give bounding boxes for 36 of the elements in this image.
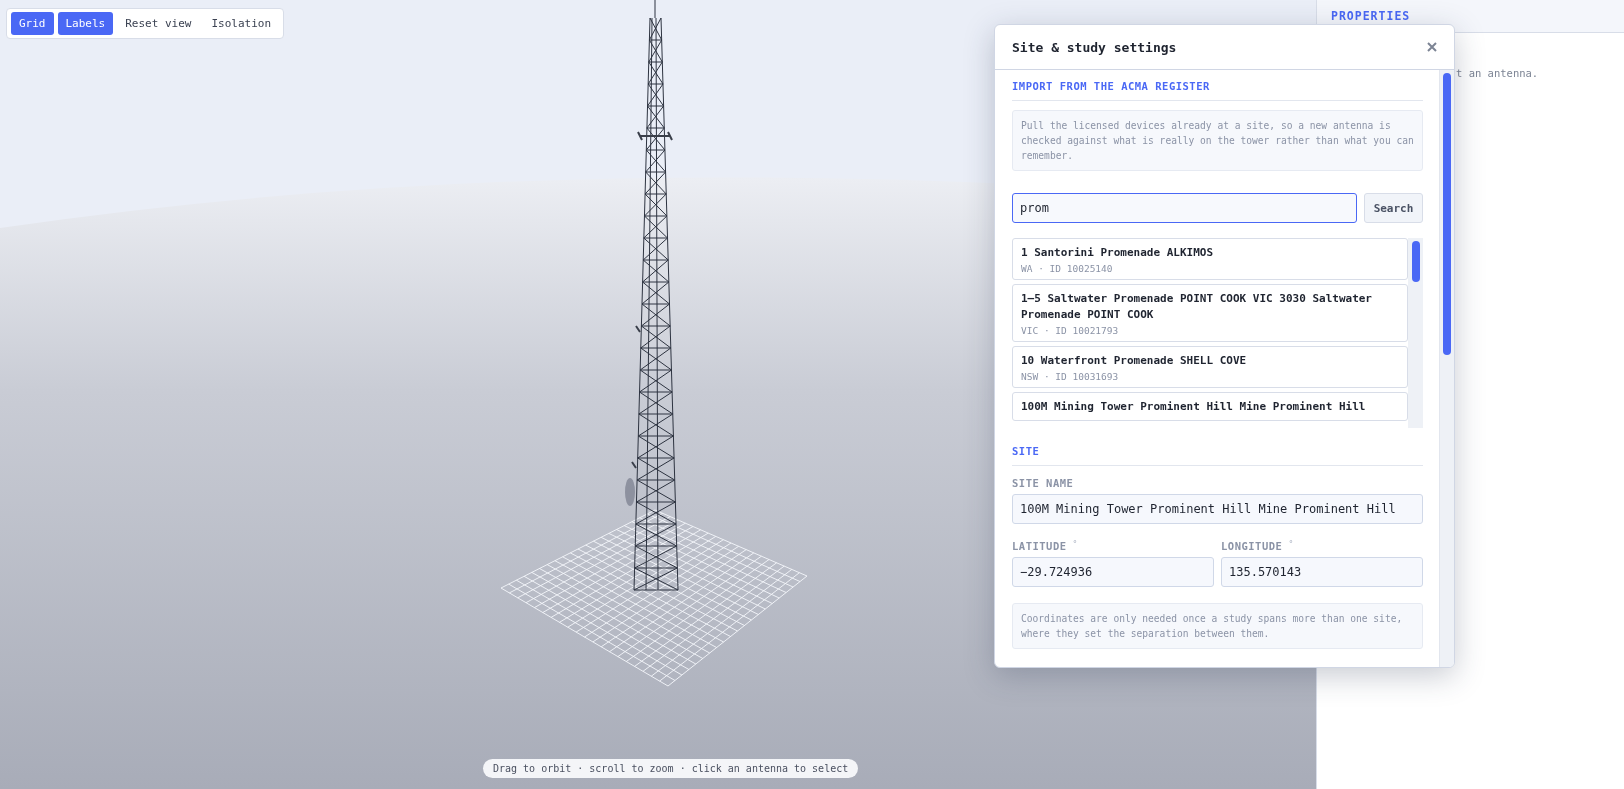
result-item[interactable]: 10 Waterfront Promenade SHELL COVE NSW · ID 10031693 — [1012, 346, 1408, 388]
toolbar-toggle[interactable]: Labels — [57, 12, 114, 35]
panel-title: PROPERTIES — [1331, 9, 1411, 23]
result-name: 1 Santorini Promenade ALKIMOS — [1021, 245, 1215, 261]
longitude-field[interactable]: 135.570143 — [1221, 557, 1423, 587]
hint-text: Drag to orbit · scroll to zoom · click an antenna to select — [483, 759, 859, 778]
scrollbar-thumb[interactable] — [1412, 241, 1420, 282]
field-label: SITE NAME — [1012, 477, 1075, 489]
section-heading: IMPORT FROM THE ACMA REGISTER — [1012, 80, 1423, 101]
result-item[interactable]: 1 Santorini Promenade ALKIMOS WA · ID 10025140 — [1012, 238, 1408, 280]
toolbar-toggle[interactable]: Reset view — [117, 12, 200, 35]
field-label: LATITUDE — [1012, 540, 1067, 552]
unit-text: ° — [1288, 540, 1294, 551]
scrollbar-thumb[interactable] — [1443, 73, 1451, 355]
toolbar-toggle[interactable]: Isolation — [203, 12, 280, 35]
site-name-field[interactable]: 100M Mining Tower Prominent Hill Mine Prominent Hill — [1012, 494, 1423, 524]
info-note: Pull the licensed devices already at a site, so a new antenna is checked against what is really on the tower rather than what you can remember. — [1012, 110, 1423, 171]
info-note: Coordinates are only needed once a study spans more than one site, where they set the separation between them. — [1012, 603, 1423, 649]
result-meta: WA · ID 10025140 — [1021, 263, 1114, 274]
result-meta: NSW · ID 10031693 — [1021, 371, 1120, 382]
search-button[interactable]: Search — [1364, 193, 1423, 223]
result-name: 100M Mining Tower Prominent Hill Mine Prominent Hill — [1021, 399, 1367, 415]
toolbar-toggle[interactable]: Grid — [11, 12, 54, 35]
close-icon[interactable] — [1427, 42, 1437, 52]
section-heading: SITE — [1012, 445, 1423, 466]
result-item[interactable]: 100M Mining Tower Prominent Hill Mine Prominent Hill — [1012, 392, 1408, 421]
search-field[interactable]: prom — [1012, 193, 1357, 223]
result-item[interactable]: 1–5 Saltwater Promenade POINT COOK VIC 3030 Saltwater Promenade POINT COOK VIC · ID 10021793 — [1012, 284, 1408, 342]
panel-message: t an antenna. — [1456, 67, 1539, 79]
result-name: 10 Waterfront Promenade SHELL COVE — [1021, 353, 1248, 369]
dialog-title: Site & study settings — [1012, 39, 1177, 55]
field-label: LONGITUDE — [1221, 540, 1283, 552]
latitude-field[interactable]: −29.724936 — [1012, 557, 1214, 587]
unit-text: ° — [1072, 540, 1078, 551]
result-name: 1–5 Saltwater Promenade POINT COOK VIC 3030 Saltwater Promenade POINT COOK — [1021, 291, 1373, 323]
result-meta: VIC · ID 10021793 — [1021, 325, 1120, 336]
